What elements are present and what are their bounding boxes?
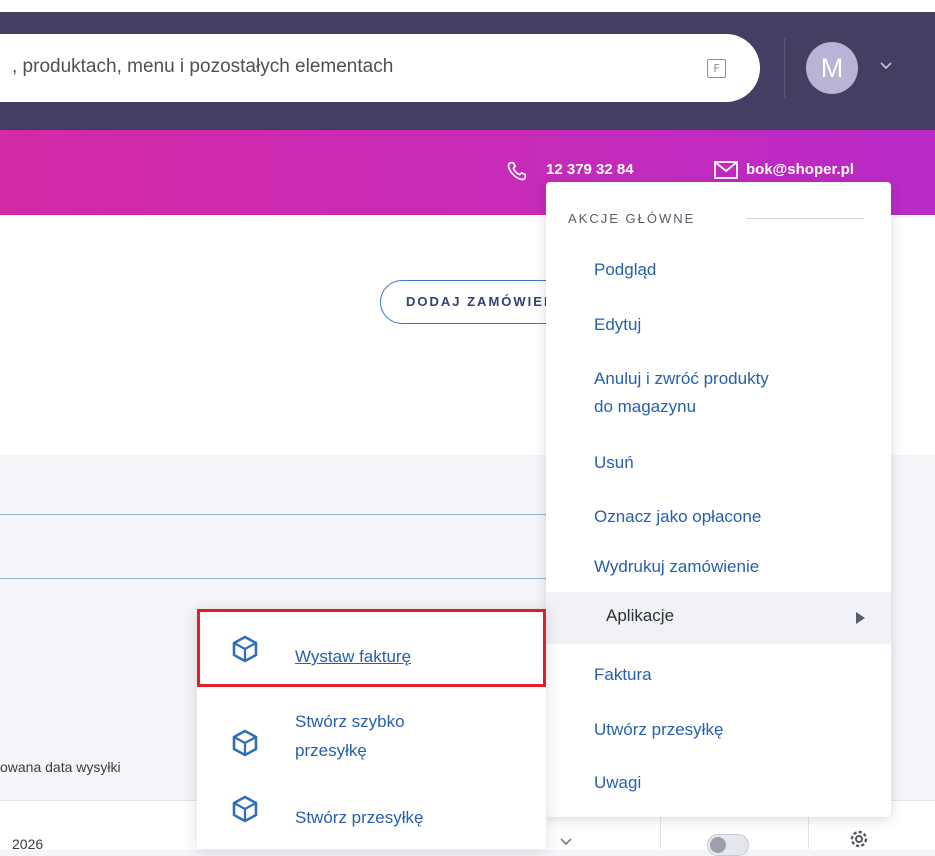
ship-date-label: owana data wysyłki	[0, 759, 121, 775]
menu-item-notes[interactable]: Uwagi	[594, 770, 641, 795]
menu-item-create-shipment[interactable]: Utwórz przesyłkę	[594, 717, 723, 742]
search-input[interactable]: , produktach, menu i pozostałych element…	[0, 34, 760, 102]
submenu-item-quick-shipment[interactable]: Stwórz szybko przesyłkę	[197, 701, 546, 781]
menu-section-title: AKCJE GŁÓWNE	[568, 211, 696, 226]
row-toggle[interactable]	[707, 834, 749, 856]
menu-item-delete[interactable]: Usuń	[594, 450, 634, 475]
mail-icon	[714, 161, 738, 179]
submenu-arrow-icon	[856, 612, 865, 624]
menu-item-cancel-return-line2[interactable]: do magazynu	[594, 394, 696, 419]
menu-item-applications[interactable]: Aplikacje	[546, 592, 891, 644]
toggle-knob	[710, 837, 726, 853]
submenu-item-quick-shipment-label: Stwórz szybko	[295, 712, 405, 731]
applications-submenu: Wystaw fakturę Stwórz szybko przesyłkę S…	[197, 609, 546, 849]
menu-section-divider	[746, 218, 864, 219]
submenu-item-quick-shipment-label-line2: przesyłkę	[295, 741, 367, 760]
search-input-text: , produktach, menu i pozostałych element…	[12, 56, 394, 77]
menu-item-print-order[interactable]: Wydrukuj zamówienie	[594, 554, 759, 579]
phone-icon	[507, 161, 527, 181]
cube-app-icon	[232, 729, 258, 757]
menu-item-mark-paid[interactable]: Oznacz jako opłacone	[594, 504, 761, 529]
cube-app-icon	[232, 795, 258, 823]
field-underline	[0, 578, 560, 579]
gear-icon[interactable]	[846, 826, 872, 852]
row-date-text: 2026	[12, 836, 44, 852]
email-address[interactable]: bok@shoper.pl	[746, 161, 854, 178]
menu-item-applications-label: Aplikacje	[606, 606, 675, 625]
field-underline	[0, 514, 560, 515]
actions-menu: AKCJE GŁÓWNE Podgląd Edytuj Anuluj i zwr…	[546, 182, 891, 817]
submenu-item-create-shipment-label: Stwórz przesyłkę	[295, 808, 424, 827]
menu-item-cancel-return[interactable]: Anuluj i zwróć produkty	[594, 366, 769, 391]
submenu-item-create-shipment[interactable]: Stwórz przesyłkę	[197, 789, 546, 849]
phone-number[interactable]: 12 379 32 84	[546, 161, 634, 178]
chevron-down-icon[interactable]	[880, 60, 892, 72]
top-strip	[0, 0, 935, 12]
avatar[interactable]: M	[806, 42, 858, 94]
menu-item-edit[interactable]: Edytuj	[594, 312, 641, 337]
header-divider	[784, 38, 785, 98]
chevron-down-icon[interactable]	[560, 836, 572, 848]
menu-item-preview[interactable]: Podgląd	[594, 257, 656, 282]
keyboard-shortcut-badge: F	[707, 59, 726, 78]
highlight-box	[197, 609, 546, 687]
menu-item-invoice[interactable]: Faktura	[594, 662, 652, 687]
